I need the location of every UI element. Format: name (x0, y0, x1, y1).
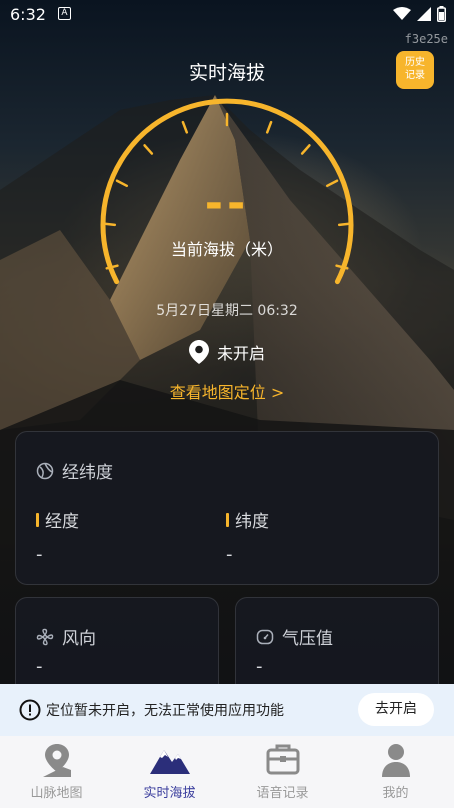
longitude-label: 经度 (36, 507, 79, 532)
coordinates-card: 经纬度 经度 - 纬度 - (15, 431, 439, 585)
pressure-value: - (256, 656, 263, 677)
gauge-tick (300, 144, 311, 155)
pressure-card-title: 气压值 (282, 629, 333, 649)
bottom-tab-bar: 山脉地图 实时海拔 语音记录 我的 (0, 736, 454, 808)
pressure-card-header: 气压值 (256, 624, 333, 649)
tab-label: 实时海拔 (143, 786, 196, 801)
person-icon (381, 744, 410, 777)
enable-location-button[interactable]: 去开启 (358, 693, 434, 726)
fan-icon (36, 628, 54, 645)
gauge-tick (143, 144, 154, 155)
map-pin-icon (42, 744, 71, 777)
location-status-row: 未开启 (0, 340, 454, 364)
latitude-value: - (226, 544, 233, 565)
wind-value: - (36, 656, 43, 677)
altitude-label: 当前海拔（米） (170, 240, 283, 259)
wind-card-title: 风向 (62, 629, 96, 649)
latitude-label: 纬度 (226, 507, 269, 532)
gauge-icon (256, 629, 274, 644)
coordinates-card-title: 经纬度 (62, 463, 113, 483)
tab-voice-record[interactable]: 语音记录 (226, 736, 339, 808)
briefcase-icon (266, 744, 299, 775)
gauge-tick (265, 120, 273, 134)
mountain-icon (149, 750, 190, 774)
tab-label: 语音记录 (256, 786, 309, 801)
globe-icon (36, 462, 54, 479)
wind-card-header: 风向 (36, 624, 96, 649)
alert-icon (19, 699, 41, 721)
altitude-value: -- (204, 178, 250, 229)
tab-mine[interactable]: 我的 (339, 736, 452, 808)
notice-text: 定位暂未开启，无法正常使用应用功能 (46, 703, 284, 719)
gauge-tick (181, 120, 189, 134)
longitude-value: - (36, 544, 43, 565)
tab-realtime-altitude[interactable]: 实时海拔 (113, 736, 226, 808)
location-status: 未开启 (216, 344, 265, 363)
location-pin-icon (188, 340, 209, 364)
date-time: 5月27日星期二 06:32 (156, 303, 298, 319)
location-notice-bar: 定位暂未开启，无法正常使用应用功能 去开启 (0, 684, 454, 736)
tab-mountain-map[interactable]: 山脉地图 (0, 736, 113, 808)
tab-label: 山脉地图 (30, 786, 83, 801)
coordinates-card-header: 经纬度 (36, 458, 113, 483)
view-map-location-link[interactable]: 查看地图定位 > (0, 379, 454, 403)
tab-label: 我的 (382, 786, 409, 801)
